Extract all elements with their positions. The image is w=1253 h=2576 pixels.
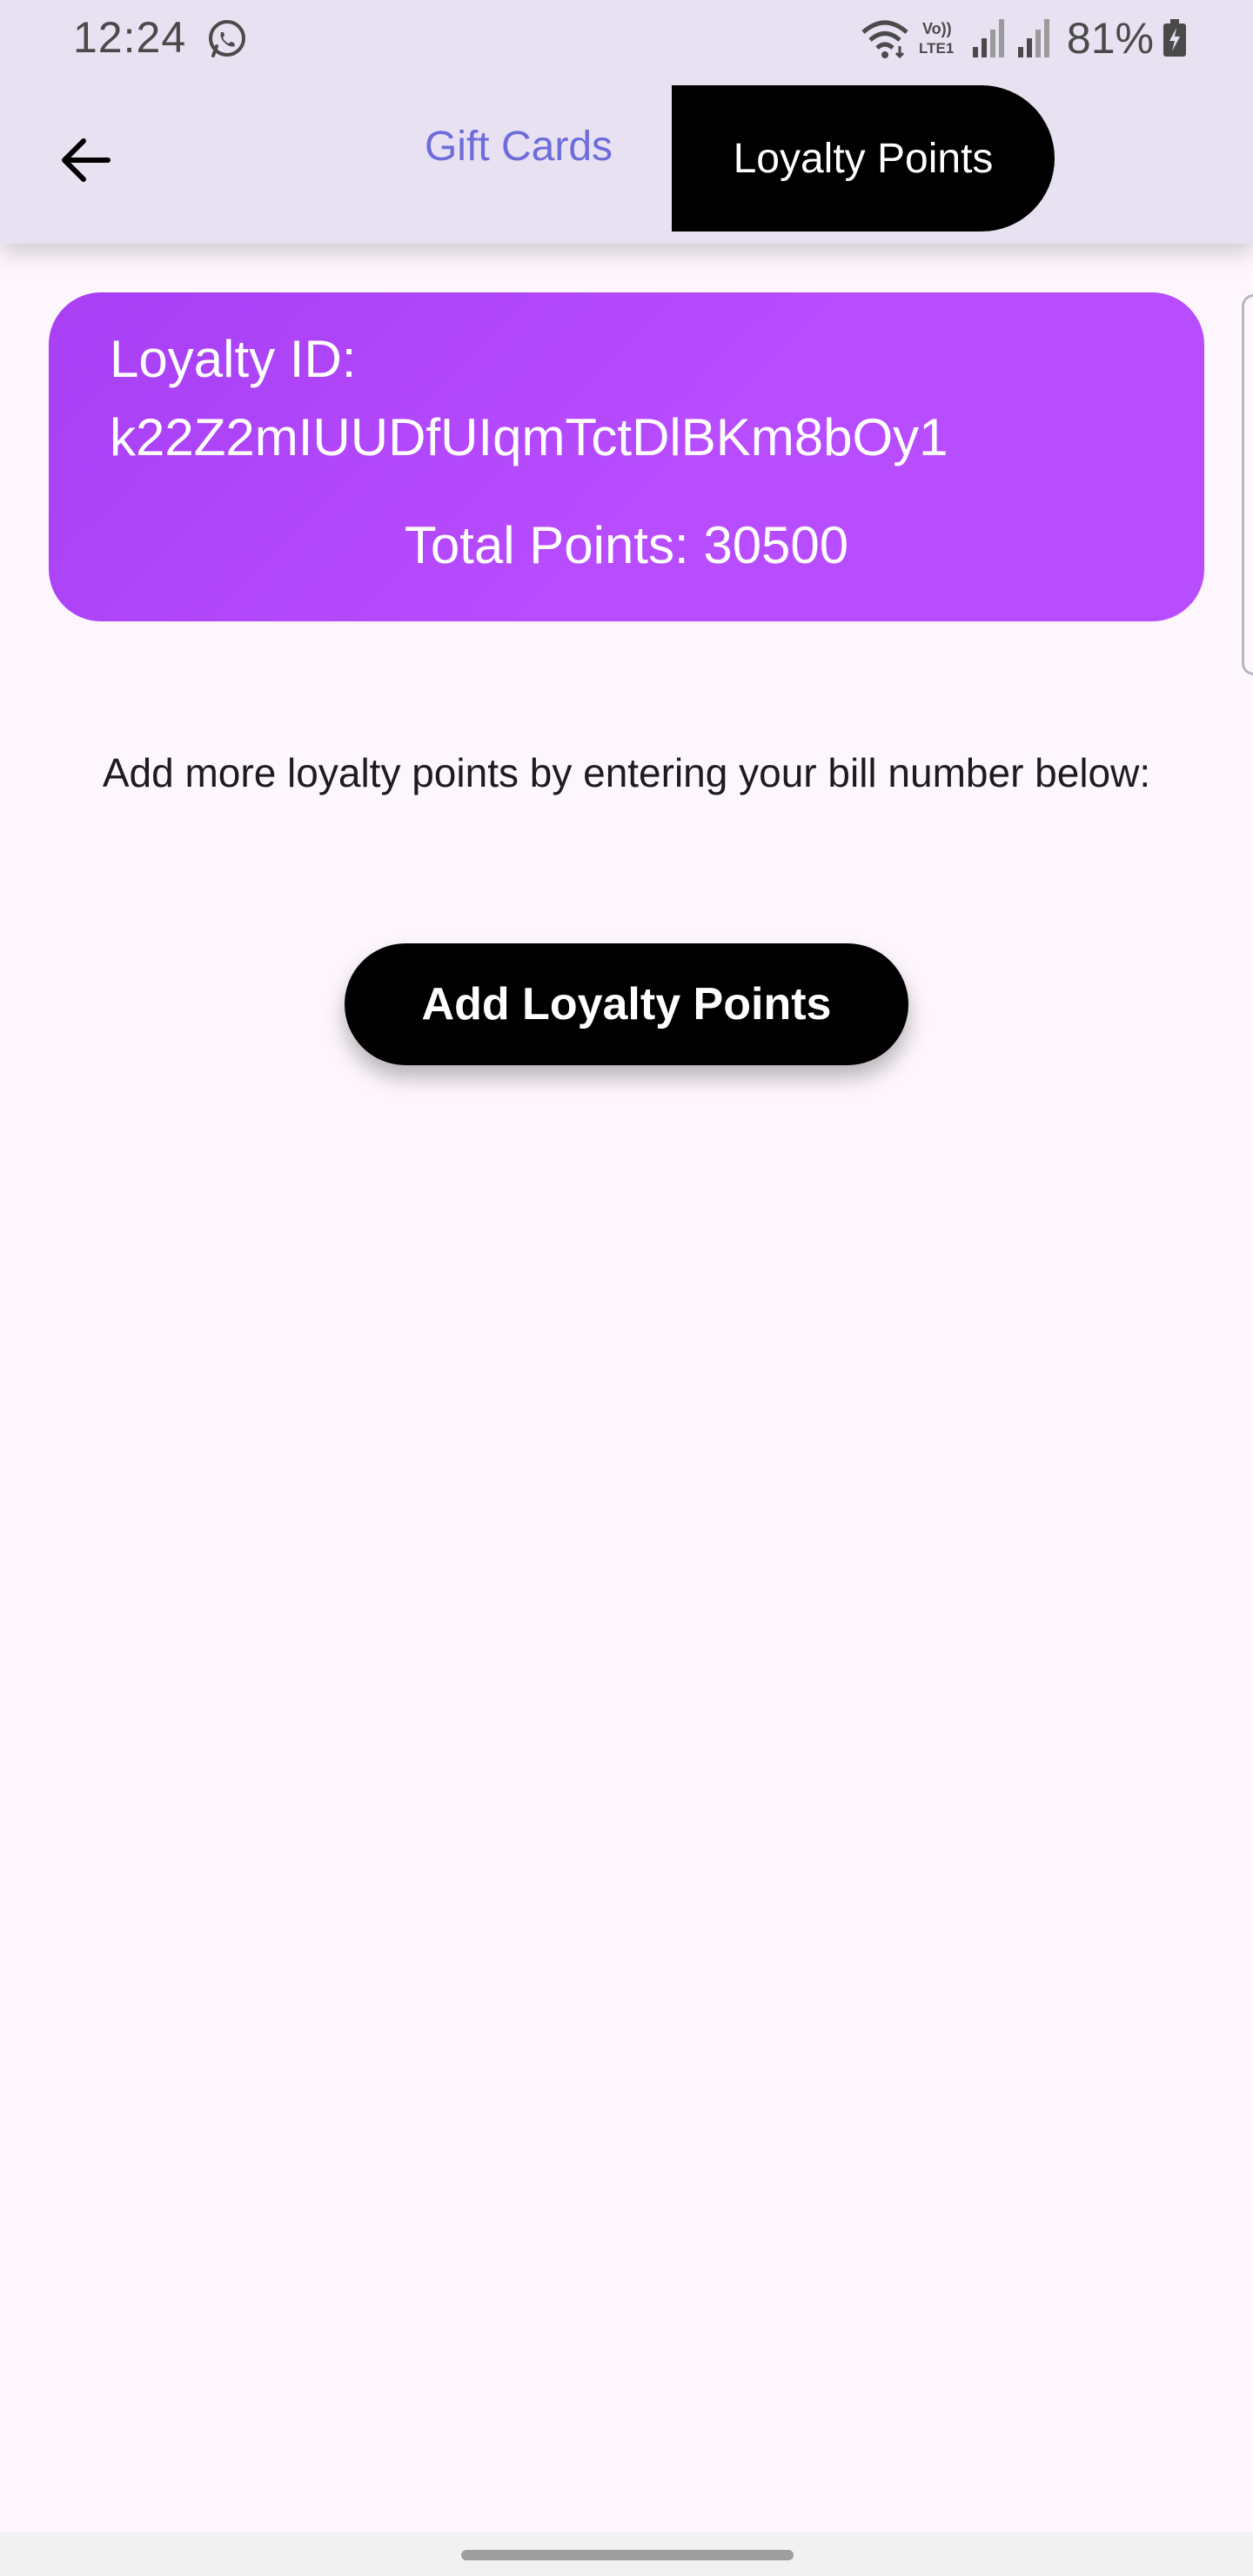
- whatsapp-icon: [205, 17, 249, 61]
- battery-percentage: 81%: [1066, 14, 1154, 63]
- loyalty-id-value: k22Z2mIUUDfUIqmTctDlBKm8bOy1: [110, 408, 948, 466]
- app-screen: 12:24 Vo)) LTE1 81% Gift Cards Loyalty P…: [0, 0, 1253, 2576]
- system-nav-bar: [0, 2532, 1253, 2576]
- loyalty-id-label: Loyalty ID:: [110, 330, 357, 388]
- add-loyalty-points-button[interactable]: Add Loyalty Points: [345, 943, 908, 1065]
- instructions-text: Add more loyalty points by entering your…: [102, 750, 1151, 795]
- page-edge-indicator: [1242, 294, 1253, 675]
- status-bar: 12:24 Vo)) LTE1 81%: [0, 0, 1253, 77]
- tab-gift-cards[interactable]: Gift Cards: [392, 85, 646, 207]
- wifi-icon: [860, 17, 910, 60]
- battery-charging-icon: [1163, 19, 1187, 57]
- status-icons: Vo)) LTE1 81%: [860, 12, 1187, 64]
- signal-icon: [971, 17, 1008, 59]
- app-bar: Gift Cards Loyalty Points: [0, 77, 1253, 244]
- signal-icon: [1016, 17, 1053, 59]
- volte-lte1-icon: Vo)) LTE1: [919, 17, 962, 60]
- status-time: 12:24: [73, 13, 187, 62]
- back-button[interactable]: [44, 120, 127, 204]
- home-indicator[interactable]: [461, 2550, 794, 2560]
- total-points: Total Points: 30500: [404, 516, 849, 574]
- svg-text:Vo)): Vo)): [922, 20, 952, 37]
- top-bar: 12:24 Vo)) LTE1 81% Gift Cards Loyalty P…: [0, 0, 1253, 244]
- loyalty-card: Loyalty ID: k22Z2mIUUDfUIqmTctDlBKm8bOy1…: [49, 292, 1204, 621]
- svg-text:LTE1: LTE1: [919, 40, 954, 57]
- tab-loyalty-points[interactable]: Loyalty Points: [672, 85, 1055, 231]
- arrow-left-icon: [57, 132, 113, 192]
